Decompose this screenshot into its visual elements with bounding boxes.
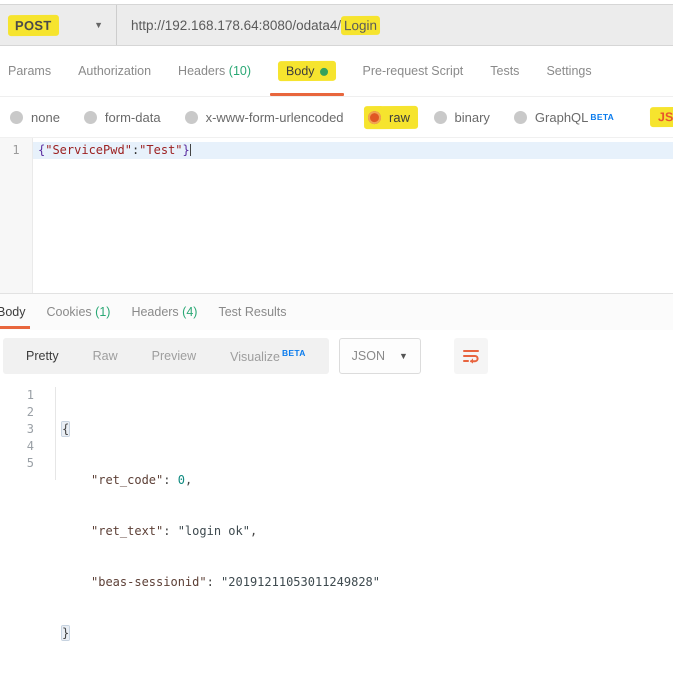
line-number: 1 xyxy=(0,142,32,159)
response-code-area[interactable]: { "ret_code": 0, "ret_text": "login ok",… xyxy=(56,387,673,480)
radio-icon xyxy=(10,111,23,124)
response-body-viewer[interactable]: 1 2 3 4 5 { "ret_code": 0, "ret_text": "… xyxy=(0,382,673,480)
request-body-editor[interactable]: 1 {"ServicePwd":"Test"} xyxy=(0,137,673,293)
tab-tests[interactable]: Tests xyxy=(490,64,519,78)
editor-gutter: 1 xyxy=(0,138,33,293)
request-tabs: Params Authorization Headers (10) Body P… xyxy=(0,46,673,97)
wrap-text-icon xyxy=(462,348,480,364)
url-prefix: http://192.168.178.64:8080/odata4/ xyxy=(131,18,341,33)
visualize-beta-badge: BETA xyxy=(282,348,306,358)
radio-icon xyxy=(514,111,527,124)
request-language-dropdown[interactable]: JSON ▼ xyxy=(650,107,673,127)
response-tab-test-results[interactable]: Test Results xyxy=(218,305,286,319)
headers-count: (10) xyxy=(229,64,251,78)
tab-body[interactable]: Body xyxy=(278,61,336,81)
mode-raw[interactable]: raw xyxy=(368,106,418,129)
graphql-beta-badge: BETA xyxy=(590,112,614,122)
url-highlighted-segment: Login xyxy=(341,15,380,34)
tab-headers[interactable]: Headers (10) xyxy=(178,64,251,78)
line-number: 5 xyxy=(0,455,34,472)
mode-x-www-form-urlencoded[interactable]: x-www-form-urlencoded xyxy=(185,110,344,125)
response-tabs: Body Cookies (1) Headers (4) Test Result… xyxy=(0,294,673,330)
body-modified-dot-icon xyxy=(319,68,327,76)
chevron-down-icon: ▼ xyxy=(94,20,103,30)
view-raw[interactable]: Raw xyxy=(76,349,135,363)
response-line-2: "ret_code": 0, xyxy=(62,472,673,489)
tab-settings[interactable]: Settings xyxy=(546,64,591,78)
mode-binary[interactable]: binary xyxy=(434,110,490,125)
tab-pre-request-script[interactable]: Pre-request Script xyxy=(363,64,464,78)
line-number: 2 xyxy=(0,404,34,421)
radio-icon xyxy=(185,111,198,124)
response-toolbar: Pretty Raw Preview VisualizeBETA JSON ▼ xyxy=(0,330,673,382)
editor-code-area[interactable]: {"ServicePwd":"Test"} xyxy=(33,138,673,293)
line-number: 1 xyxy=(0,387,34,404)
line-number: 3 xyxy=(0,421,34,438)
tab-params[interactable]: Params xyxy=(8,64,51,78)
radio-icon xyxy=(434,111,447,124)
tab-authorization[interactable]: Authorization xyxy=(78,64,151,78)
mode-none[interactable]: none xyxy=(10,110,60,125)
response-line-1: { xyxy=(62,421,673,438)
request-language-label: JSON xyxy=(650,107,673,127)
mode-graphql[interactable]: GraphQLBETA xyxy=(514,110,614,125)
response-gutter: 1 2 3 4 5 xyxy=(0,387,56,480)
view-pretty[interactable]: Pretty xyxy=(9,349,76,363)
method-dropdown[interactable]: POST ▼ xyxy=(0,5,117,45)
url-input[interactable]: http://192.168.178.64:8080/odata4/Login xyxy=(117,5,673,45)
request-url-bar: POST ▼ http://192.168.178.64:8080/odata4… xyxy=(0,4,673,46)
wrap-text-button[interactable] xyxy=(454,338,488,374)
view-preview[interactable]: Preview xyxy=(135,349,213,363)
radio-selected-icon xyxy=(368,111,381,124)
response-view-switcher: Pretty Raw Preview VisualizeBETA xyxy=(3,338,329,374)
editor-line-1[interactable]: {"ServicePwd":"Test"} xyxy=(33,142,673,159)
response-line-5: } xyxy=(62,625,673,642)
response-language-dropdown[interactable]: JSON ▼ xyxy=(339,338,421,374)
response-tab-cookies[interactable]: Cookies (1) xyxy=(47,305,111,319)
method-label: POST xyxy=(8,14,59,35)
chevron-down-icon: ▼ xyxy=(399,351,408,361)
text-cursor xyxy=(190,144,191,156)
view-visualize[interactable]: VisualizeBETA xyxy=(213,348,323,364)
body-mode-row: none form-data x-www-form-urlencoded raw… xyxy=(0,97,673,137)
response-language-label: JSON xyxy=(352,349,385,363)
cookies-count: (1) xyxy=(95,305,110,319)
response-headers-count: (4) xyxy=(182,305,197,319)
response-line-4: "beas-sessionid": "20191211053011249828" xyxy=(62,574,673,591)
radio-icon xyxy=(84,111,97,124)
mode-form-data[interactable]: form-data xyxy=(84,110,161,125)
response-line-3: "ret_text": "login ok", xyxy=(62,523,673,540)
line-number: 4 xyxy=(0,438,34,455)
response-tab-body[interactable]: Body xyxy=(0,305,26,319)
response-tab-headers[interactable]: Headers (4) xyxy=(131,305,197,319)
